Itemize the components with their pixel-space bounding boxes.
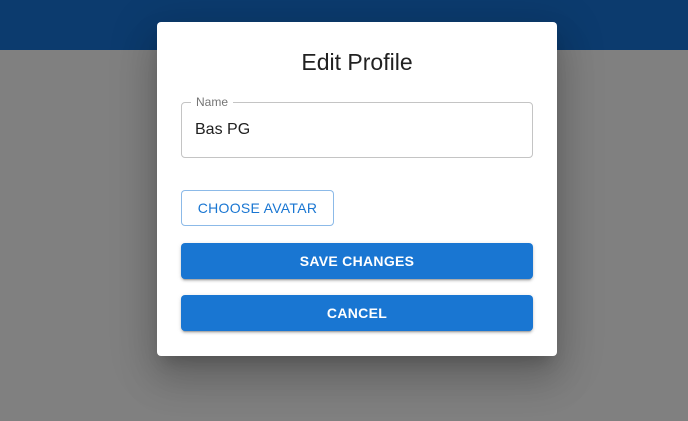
edit-profile-dialog: Edit Profile Name CHOOSE AVATAR SAVE CHA… <box>157 22 557 356</box>
name-field: Name <box>181 95 533 158</box>
dialog-title: Edit Profile <box>301 49 413 75</box>
cancel-button[interactable]: CANCEL <box>181 295 533 331</box>
choose-avatar-button[interactable]: CHOOSE AVATAR <box>181 190 334 226</box>
name-input[interactable] <box>195 115 515 145</box>
name-field-label: Name <box>191 95 234 109</box>
page: Edit Profile Name CHOOSE AVATAR SAVE CHA… <box>0 0 688 421</box>
save-changes-button[interactable]: SAVE CHANGES <box>181 243 533 279</box>
